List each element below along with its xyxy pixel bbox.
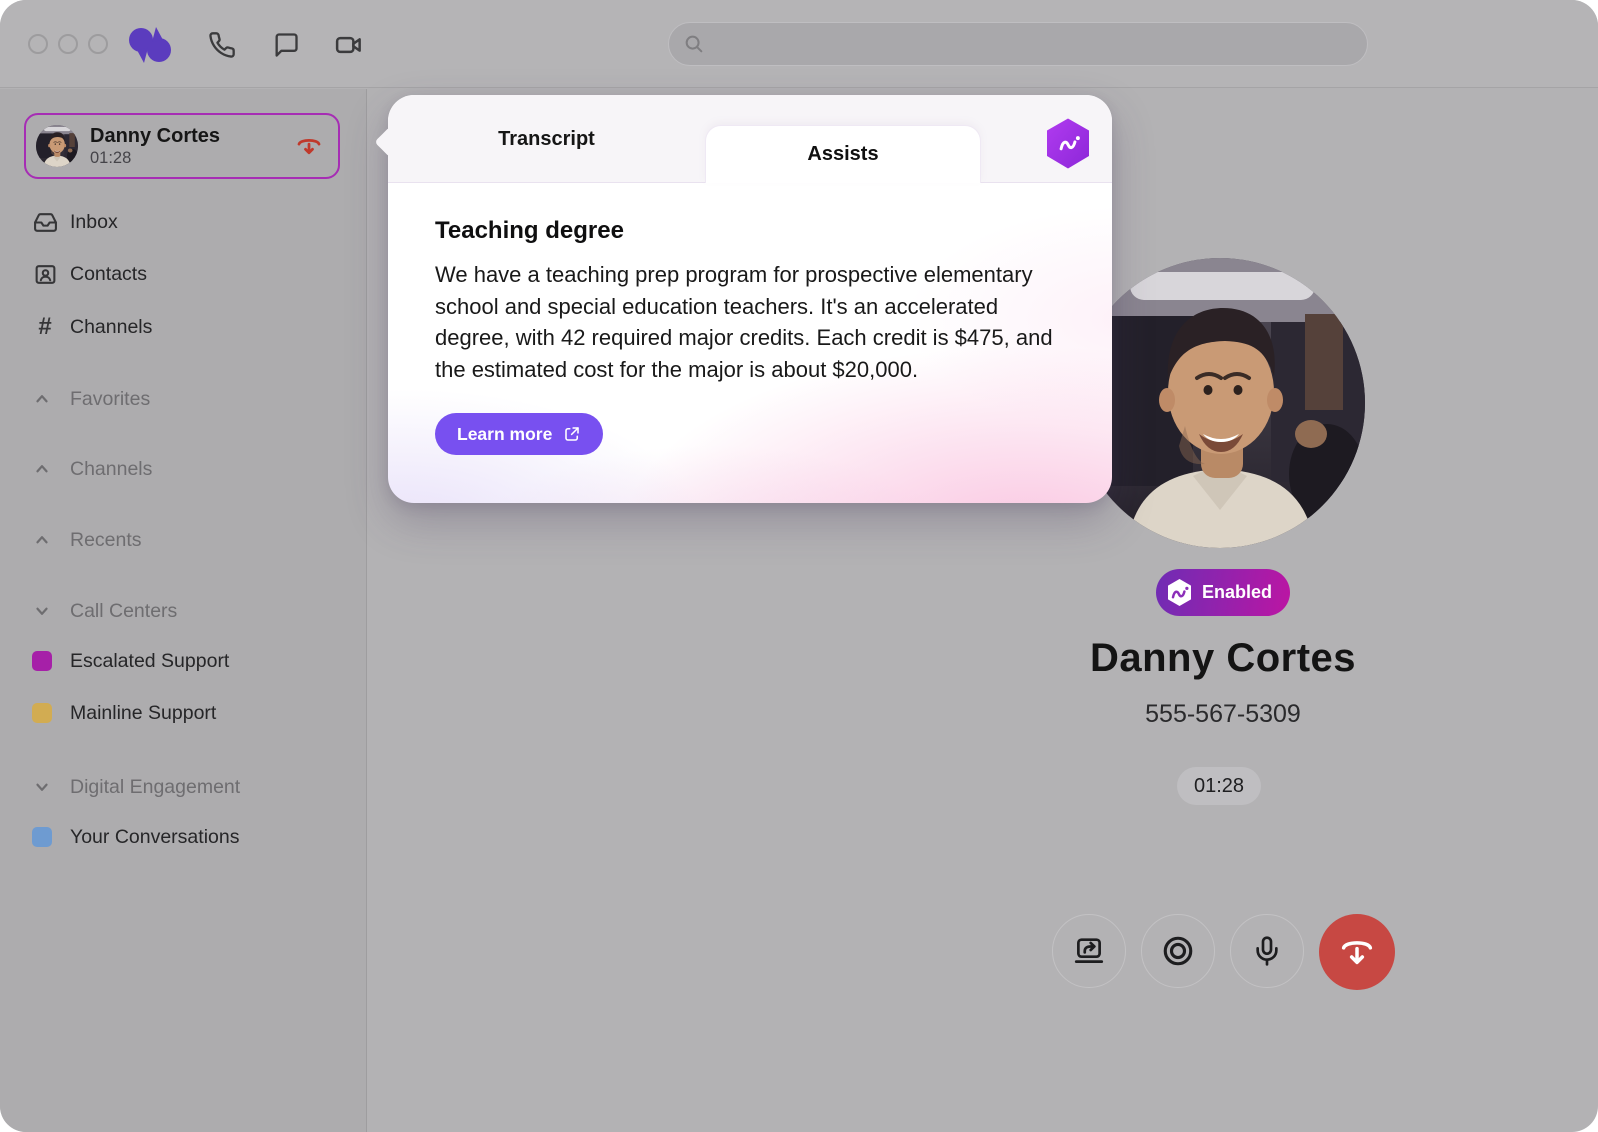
ai-assist-card: Transcript Assists Teaching degree We ha… bbox=[388, 95, 1112, 503]
call-center-label: Mainline Support bbox=[70, 702, 216, 725]
record-button[interactable] bbox=[1141, 914, 1215, 988]
hangup-icon[interactable] bbox=[294, 131, 324, 161]
section-label: Favorites bbox=[70, 388, 150, 411]
dialpad-logo-icon bbox=[126, 29, 174, 61]
ai-badge-label: Enabled bbox=[1202, 582, 1272, 603]
assist-heading: Teaching degree bbox=[435, 217, 624, 245]
callee-name: Danny Cortes bbox=[1023, 636, 1423, 681]
mainline-support-swatch bbox=[32, 703, 52, 723]
mute-microphone-button[interactable] bbox=[1230, 914, 1304, 988]
sidebar-item-escalated-support[interactable]: Escalated Support bbox=[0, 639, 366, 683]
hash-icon: # bbox=[32, 314, 58, 340]
sidebar-item-label: Contacts bbox=[70, 263, 147, 286]
window-close-button[interactable] bbox=[28, 34, 48, 54]
phone-nav-icon[interactable] bbox=[206, 29, 238, 61]
chevron-down-icon bbox=[33, 778, 51, 796]
search-icon bbox=[683, 33, 705, 55]
sidebar-item-label: Inbox bbox=[70, 211, 118, 234]
sidebar-item-contacts[interactable]: Contacts bbox=[0, 252, 366, 296]
active-call-name: Danny Cortes bbox=[90, 124, 294, 148]
window-zoom-button[interactable] bbox=[88, 34, 108, 54]
section-label: Digital Engagement bbox=[70, 776, 240, 799]
sidebar-item-label: Channels bbox=[70, 316, 152, 339]
section-label: Recents bbox=[70, 529, 142, 552]
learn-more-label: Learn more bbox=[457, 424, 552, 445]
your-conversations-swatch bbox=[32, 827, 52, 847]
external-link-icon bbox=[563, 425, 581, 443]
sidebar-section-recents[interactable]: Recents bbox=[0, 518, 366, 562]
end-call-button[interactable] bbox=[1319, 914, 1395, 990]
inbox-icon bbox=[32, 209, 58, 235]
active-call-duration: 01:28 bbox=[90, 148, 294, 168]
active-call-card[interactable]: Danny Cortes 01:28 bbox=[24, 113, 340, 179]
callee-phone-number: 555-567-5309 bbox=[1023, 700, 1423, 729]
search-input[interactable] bbox=[713, 34, 1333, 54]
section-label: Call Centers bbox=[70, 600, 177, 623]
contacts-icon bbox=[32, 261, 58, 287]
sidebar: Danny Cortes 01:28 Inbox bbox=[0, 89, 367, 1132]
chevron-up-icon bbox=[33, 531, 51, 549]
video-nav-icon[interactable] bbox=[333, 29, 365, 61]
ai-enabled-badge: Enabled bbox=[1156, 569, 1290, 616]
sidebar-section-digital-engagement[interactable]: Digital Engagement bbox=[0, 765, 366, 809]
ai-logo-hexagon-icon bbox=[1044, 117, 1092, 170]
sidebar-section-channels[interactable]: Channels bbox=[0, 447, 366, 491]
chevron-up-icon bbox=[33, 390, 51, 408]
sidebar-section-favorites[interactable]: Favorites bbox=[0, 377, 366, 421]
callee-photo bbox=[1075, 258, 1365, 548]
conversation-label: Your Conversations bbox=[70, 826, 239, 849]
sidebar-item-your-conversations[interactable]: Your Conversations bbox=[0, 815, 366, 859]
tab-label: Assists bbox=[807, 143, 878, 166]
messages-nav-icon[interactable] bbox=[270, 29, 302, 61]
assist-body-text: We have a teaching prep program for pros… bbox=[435, 259, 1075, 385]
tab-transcript[interactable]: Transcript bbox=[388, 95, 705, 183]
section-label: Channels bbox=[70, 458, 152, 481]
call-duration-pill: 01:28 bbox=[1177, 767, 1261, 805]
share-screen-button[interactable] bbox=[1052, 914, 1126, 988]
ai-hexagon-icon bbox=[1166, 578, 1193, 607]
escalated-support-swatch bbox=[32, 651, 52, 671]
tab-assists[interactable]: Assists bbox=[705, 125, 981, 183]
top-bar bbox=[0, 0, 1598, 88]
call-center-label: Escalated Support bbox=[70, 650, 229, 673]
app-window: Danny Cortes 01:28 Inbox bbox=[0, 0, 1598, 1132]
sidebar-item-mainline-support[interactable]: Mainline Support bbox=[0, 691, 366, 735]
learn-more-button[interactable]: Learn more bbox=[435, 413, 603, 455]
sidebar-item-channels[interactable]: # Channels bbox=[0, 305, 366, 349]
sidebar-item-inbox[interactable]: Inbox bbox=[0, 200, 366, 244]
window-minimize-button[interactable] bbox=[58, 34, 78, 54]
caller-avatar bbox=[36, 125, 78, 167]
chevron-up-icon bbox=[33, 460, 51, 478]
chevron-down-icon bbox=[33, 602, 51, 620]
tab-label: Transcript bbox=[498, 128, 595, 151]
search-bar[interactable] bbox=[668, 22, 1368, 66]
sidebar-section-call-centers[interactable]: Call Centers bbox=[0, 589, 366, 633]
